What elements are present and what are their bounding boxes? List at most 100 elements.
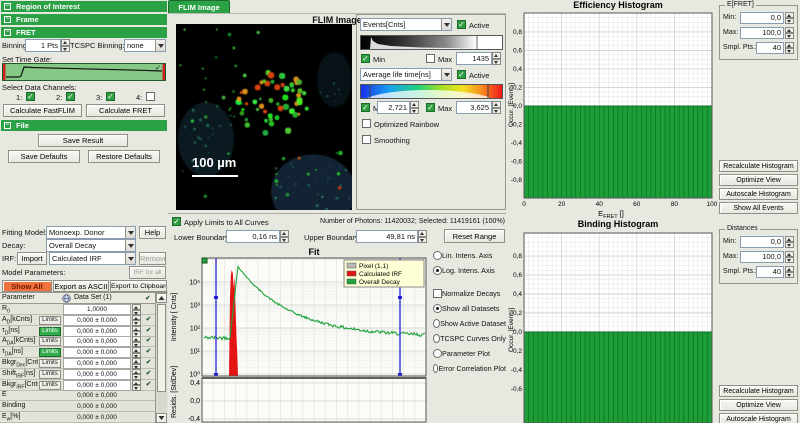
chevron-down-icon[interactable] <box>155 40 165 51</box>
decay-select[interactable]: Overall Decay <box>46 239 136 252</box>
limits-button[interactable]: Limits <box>39 348 61 357</box>
lifetime-channel-select[interactable]: Average life time[ns] <box>360 68 452 81</box>
channel-checkbox[interactable]: ✓ <box>66 92 75 101</box>
group-field-spinner[interactable] <box>785 12 794 24</box>
scroll-up-button[interactable] <box>156 293 167 303</box>
channel-checkbox[interactable]: ✓ <box>26 92 35 101</box>
radio-button[interactable] <box>433 349 442 358</box>
group-field-input[interactable]: 40 <box>756 266 784 278</box>
irf-import-button[interactable]: Import <box>17 252 47 265</box>
intensity-max-checkbox[interactable] <box>426 54 435 63</box>
limits-button[interactable]: Limits <box>39 337 61 346</box>
group-field-spinner[interactable] <box>785 236 794 248</box>
histogram-action-button[interactable]: Show All Events <box>719 202 798 214</box>
scroll-down-button[interactable] <box>156 413 167 423</box>
lifetime-active-checkbox[interactable]: ✓ <box>457 70 466 79</box>
parameter-spinner[interactable] <box>132 315 141 326</box>
flim-image-view[interactable] <box>176 24 352 210</box>
section-header-fret[interactable]: −FRET <box>1 27 167 38</box>
radio-button[interactable] <box>433 319 440 328</box>
parameter-value[interactable]: 1,0000 <box>63 304 131 315</box>
upper-boundary-input[interactable]: 49,81 ns <box>356 230 418 243</box>
group-field-spinner[interactable] <box>785 27 794 39</box>
row-check-icon[interactable]: ✔ <box>143 347 154 355</box>
lower-boundary-spinner[interactable] <box>280 230 289 243</box>
row-check-icon[interactable]: ✔ <box>143 369 154 377</box>
intensity-min-checkbox[interactable]: ✓ <box>361 54 370 63</box>
smoothing-checkbox[interactable] <box>362 135 371 144</box>
lifetime-min-checkbox[interactable]: ✓ <box>361 103 370 112</box>
chevron-down-icon[interactable] <box>441 69 451 80</box>
channel-checkbox[interactable] <box>146 92 155 101</box>
chevron-down-icon[interactable] <box>441 19 451 30</box>
binning-input[interactable]: 1 Pts <box>25 39 61 52</box>
radio-button[interactable] <box>433 334 440 343</box>
section-header-roi[interactable]: −Region of Interest <box>1 1 167 12</box>
radio-button[interactable] <box>433 251 442 260</box>
limits-button[interactable]: Limits <box>39 327 61 336</box>
parameter-spinner[interactable] <box>132 347 141 358</box>
lifetime-min-input[interactable]: 2,721 <box>377 101 410 114</box>
parameter-value[interactable]: 0,000 ± 0,000 <box>63 369 131 380</box>
group-field-spinner[interactable] <box>785 266 794 278</box>
histogram-action-button[interactable]: Optimize View <box>719 174 798 186</box>
collapse-icon[interactable]: − <box>4 3 11 10</box>
group-field-spinner[interactable] <box>785 251 794 263</box>
section-header-frame[interactable]: −Frame <box>1 14 167 25</box>
lifetime-max-spinner[interactable] <box>492 101 501 114</box>
intensity-channel-select[interactable]: Events[Cnts] <box>360 18 452 31</box>
group-field-input[interactable]: 100,0 <box>740 27 784 39</box>
parameter-value[interactable]: 0,000 ± 0,000 <box>63 380 131 391</box>
parameter-spinner[interactable] <box>132 380 141 391</box>
intensity-max-input[interactable]: 1435 <box>456 52 492 65</box>
chevron-down-icon[interactable] <box>125 240 135 251</box>
parameter-spinner[interactable] <box>132 326 141 337</box>
reset-range-button[interactable]: Reset Range <box>444 229 505 243</box>
tcspc-binning-select[interactable]: none <box>124 39 166 52</box>
fitting-model-select[interactable]: Monoexp. Donor <box>46 226 136 239</box>
histogram-action-button[interactable]: Recalculate Histogram <box>719 160 798 172</box>
intensity-max-spinner[interactable] <box>492 52 501 65</box>
column-header-parameter[interactable]: Parameter <box>2 294 35 301</box>
histogram-action-button[interactable]: Autoscale Histogram <box>719 188 798 200</box>
irf-select[interactable]: Calculated IRF <box>49 252 136 265</box>
parameter-spinner[interactable] <box>132 304 141 315</box>
row-check-icon[interactable]: ✔ <box>143 315 154 323</box>
intensity-colormap-bar[interactable] <box>360 35 503 50</box>
apply-limits-checkbox[interactable]: ✓ <box>172 217 181 226</box>
upper-boundary-spinner[interactable] <box>418 230 427 243</box>
binning-spinner[interactable] <box>61 39 70 52</box>
chevron-down-icon[interactable] <box>125 227 135 238</box>
optimized-rainbow-checkbox[interactable] <box>362 119 371 128</box>
export-clipboard-button[interactable]: Export to Clipboard <box>110 280 167 292</box>
lower-boundary-input[interactable]: 0,16 ns <box>226 230 280 243</box>
save-defaults-button[interactable]: Save Defaults <box>8 150 80 163</box>
row-check-icon[interactable]: ✔ <box>143 358 154 366</box>
group-field-input[interactable]: 100,0 <box>740 251 784 263</box>
lifetime-max-input[interactable]: 3,625 <box>456 101 492 114</box>
collapse-icon[interactable]: − <box>4 122 11 129</box>
group-field-spinner[interactable] <box>785 42 794 54</box>
parameter-value[interactable]: 0,000 ± 0,000 <box>63 326 131 337</box>
help-button[interactable]: Help <box>139 226 166 239</box>
column-header-dataset[interactable]: Data Set (1) <box>74 294 112 301</box>
export-ascii-button[interactable]: Export as ASCII <box>53 280 109 292</box>
intensity-active-checkbox[interactable]: ✓ <box>457 20 466 29</box>
limits-button[interactable]: Limits <box>39 370 61 379</box>
parameter-value[interactable]: 0,000 ± 0,000 <box>63 358 131 369</box>
parameter-spinner[interactable] <box>132 358 141 369</box>
radio-button[interactable] <box>433 304 442 313</box>
parameter-value[interactable]: 0,000 ± 0,000 <box>63 336 131 347</box>
group-field-input[interactable]: 40 <box>756 42 784 54</box>
channel-checkbox[interactable]: ✓ <box>106 92 115 101</box>
parameter-spinner[interactable] <box>132 369 141 380</box>
histogram-action-button[interactable]: Recalculate Histogram <box>719 385 798 397</box>
group-field-input[interactable]: 0,0 <box>740 12 784 24</box>
collapse-icon[interactable]: − <box>4 16 11 23</box>
table-scrollbar[interactable] <box>155 293 167 423</box>
limits-button[interactable]: Limits <box>39 359 61 368</box>
lifetime-min-spinner[interactable] <box>410 101 419 114</box>
row-check-icon[interactable]: ✔ <box>143 380 154 388</box>
scroll-thumb[interactable] <box>157 304 166 392</box>
parameter-value[interactable]: 0,000 ± 0,000 <box>63 315 131 326</box>
